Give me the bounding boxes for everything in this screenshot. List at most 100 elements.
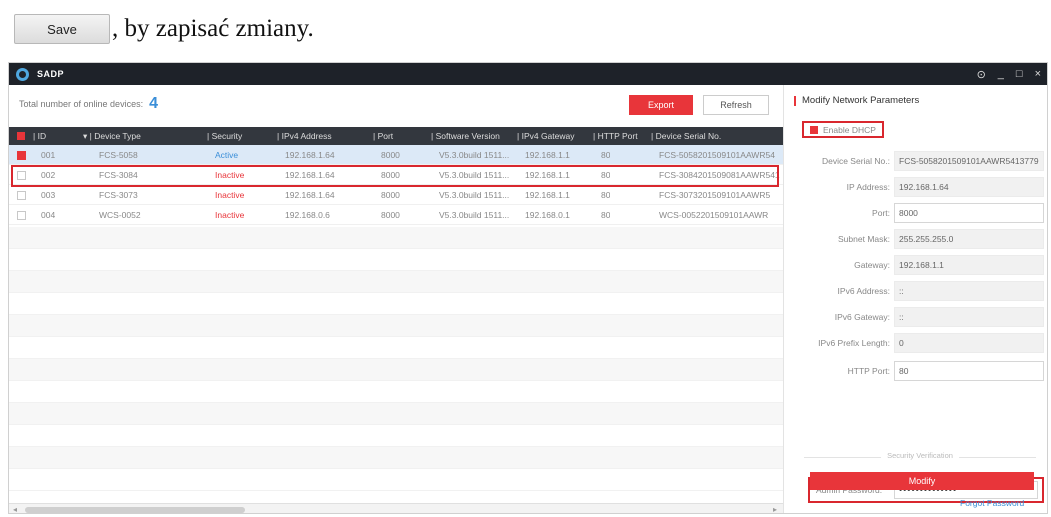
export-button[interactable]: Export <box>629 95 693 115</box>
field-row: Gateway: <box>784 255 1047 275</box>
row-checkbox[interactable] <box>17 151 26 160</box>
cell-type: WCS-0052 <box>99 210 141 220</box>
cell-version: V5.3.0build 1511... <box>439 190 510 200</box>
app-title: SADP <box>37 69 65 79</box>
cell-http: 80 <box>601 190 611 200</box>
cell-id: 003 <box>41 190 56 200</box>
table-row[interactable]: 001 FCS-5058 Active 192.168.1.64 8000 V5.3.0b… <box>9 145 783 165</box>
select-all-checkbox[interactable] <box>17 132 25 140</box>
close-icon[interactable]: × <box>1035 68 1041 80</box>
cell-serial: FCS-3073201509101AAWR5 <box>659 190 771 200</box>
horizontal-scrollbar[interactable]: ◂ ▸ <box>9 503 783 513</box>
cell-ip: 192.168.0.6 <box>285 210 330 220</box>
modify-panel: Modify Network Parameters Enable DHCP De… <box>783 85 1047 513</box>
field-label: IPv6 Address: <box>837 286 890 296</box>
cell-http: 80 <box>601 150 611 160</box>
cell-ip: 192.168.1.64 <box>285 150 335 160</box>
field-label: Gateway: <box>854 260 890 270</box>
column-header-ipv4-gateway[interactable]: | IPv4 Gateway <box>517 127 575 145</box>
field-input[interactable] <box>894 361 1044 381</box>
table-row[interactable]: 003 FCS-3073 Inactive 192.168.1.64 8000 V5.3.… <box>9 185 783 205</box>
field-input[interactable] <box>894 229 1044 249</box>
cell-gateway: 192.168.0.1 <box>525 210 570 220</box>
column-header-software-version[interactable]: | Software Version <box>431 127 500 145</box>
cell-security: Inactive <box>215 190 245 200</box>
field-row: Device Serial No.: <box>784 151 1047 171</box>
column-header-ipv4-address[interactable]: | IPv4 Address <box>277 127 332 145</box>
cell-ip: 192.168.1.64 <box>285 170 335 180</box>
field-input[interactable] <box>894 255 1044 275</box>
scroll-left-icon[interactable]: ◂ <box>13 505 17 513</box>
row-checkbox[interactable] <box>17 191 26 200</box>
security-verification-divider: Security Verification <box>804 451 1036 463</box>
field-label: IPv6 Gateway: <box>834 312 890 322</box>
info-icon[interactable]: ⊙ <box>977 68 986 81</box>
field-input[interactable] <box>894 177 1044 197</box>
field-input[interactable] <box>894 203 1044 223</box>
cell-type: FCS-3084 <box>99 170 138 180</box>
empty-table-area <box>9 227 783 499</box>
field-row: IPv6 Prefix Length: <box>784 333 1047 353</box>
field-row: IPv6 Gateway: <box>784 307 1047 327</box>
column-header-device-serial[interactable]: | Device Serial No. <box>651 127 721 145</box>
minimize-icon[interactable]: _ <box>998 68 1004 80</box>
cell-port: 8000 <box>381 210 400 220</box>
column-header-http-port[interactable]: | HTTP Port <box>593 127 638 145</box>
table-row[interactable]: 004 WCS-0052 Inactive 192.168.0.6 8000 V5.3.0… <box>9 205 783 225</box>
cell-id: 001 <box>41 150 56 160</box>
instruction-text: , by zapisać zmiany. <box>112 15 314 42</box>
save-button[interactable]: Save <box>14 14 110 44</box>
title-bar: SADP ⊙ _ □ × <box>9 63 1047 85</box>
field-label: Subnet Mask: <box>838 234 890 244</box>
scroll-right-icon[interactable]: ▸ <box>773 505 777 513</box>
field-label: Device Serial No.: <box>821 156 890 166</box>
cell-version: V5.3.0build 1511... <box>439 210 510 220</box>
cell-port: 8000 <box>381 150 400 160</box>
field-input[interactable] <box>894 333 1044 353</box>
field-row: Subnet Mask: <box>784 229 1047 249</box>
column-header-security[interactable]: | Security <box>207 127 242 145</box>
field-input[interactable] <box>894 281 1044 301</box>
column-header-id[interactable]: | ID <box>33 127 46 145</box>
field-label: IP Address: <box>846 182 890 192</box>
field-row: IP Address: <box>784 177 1047 197</box>
cell-version: V5.3.0build 1511... <box>439 150 510 160</box>
column-header-port[interactable]: | Port <box>373 127 393 145</box>
field-label: IPv6 Prefix Length: <box>818 338 890 348</box>
row-checkbox[interactable] <box>17 171 26 180</box>
cell-id: 002 <box>41 170 56 180</box>
cell-serial: FCS-5058201509101AAWR54 <box>659 150 775 160</box>
window-controls: ⊙ _ □ × <box>977 63 1041 85</box>
refresh-button[interactable]: Refresh <box>703 95 769 115</box>
cell-gateway: 192.168.1.1 <box>525 150 570 160</box>
cell-http: 80 <box>601 210 611 220</box>
field-row: Port: <box>784 203 1047 223</box>
field-input[interactable] <box>894 307 1044 327</box>
modify-button[interactable]: Modify <box>810 472 1034 490</box>
security-verification-label: Security Verification <box>881 451 959 460</box>
enable-dhcp-checkbox[interactable]: Enable DHCP <box>802 121 884 138</box>
cell-gateway: 192.168.1.1 <box>525 190 570 200</box>
cell-port: 8000 <box>381 170 400 180</box>
dhcp-label: Enable DHCP <box>823 124 876 135</box>
cell-http: 80 <box>601 170 611 180</box>
cell-port: 8000 <box>381 190 400 200</box>
cell-version: V5.3.0build 1511... <box>439 170 510 180</box>
sadp-logo-icon <box>16 67 29 81</box>
scrollbar-thumb[interactable] <box>25 507 245 513</box>
row-checkbox[interactable] <box>17 211 26 220</box>
device-count: Total number of online devices: 4 <box>19 95 158 113</box>
field-label: Port: <box>872 208 890 218</box>
field-input[interactable] <box>894 151 1044 171</box>
field-row: HTTP Port: <box>784 361 1047 381</box>
sadp-window: SADP ⊙ _ □ × Total number of online devi… <box>8 62 1048 514</box>
table-row[interactable]: 002 FCS-3084 Inactive 192.168.1.64 8000 V5.3.… <box>9 165 783 185</box>
column-header-device-type[interactable]: ▾ | Device Type <box>83 127 141 145</box>
panel-title: Modify Network Parameters <box>794 95 919 106</box>
instruction-line: Save , by zapisać zmiany. <box>14 10 314 48</box>
device-rows: 001 FCS-5058 Active 192.168.1.64 8000 V5.3.0b… <box>9 145 783 225</box>
cell-security: Inactive <box>215 210 245 220</box>
maximize-icon[interactable]: □ <box>1016 68 1023 80</box>
forgot-password-link[interactable]: Forgot Password <box>960 498 1024 508</box>
device-count-label: Total number of online devices: <box>19 99 144 109</box>
